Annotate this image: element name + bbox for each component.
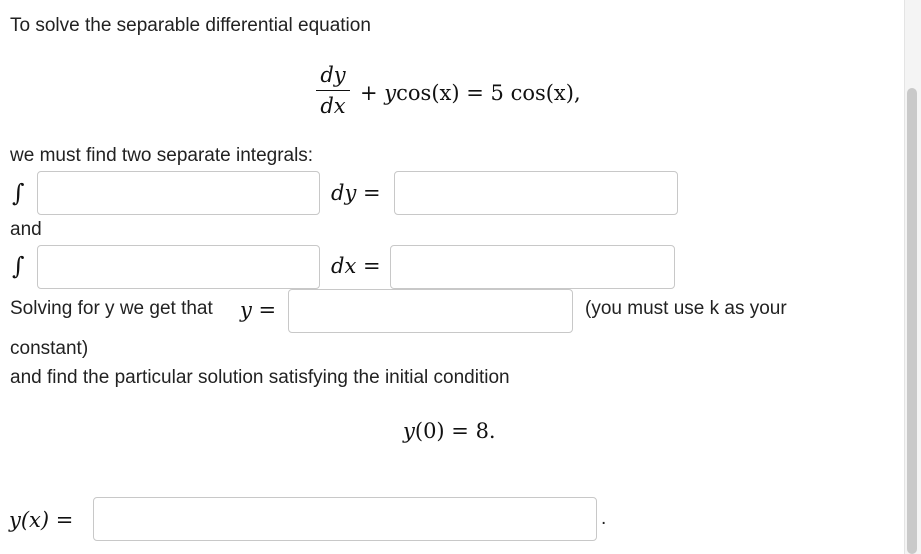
cos-term-rhs: cos(x), (510, 81, 581, 105)
particular-prompt: and find the particular solution satisfy… (10, 367, 510, 388)
fraction-numerator: dy (320, 63, 346, 87)
integrals-prompt: we must find two separate integrals: (10, 145, 314, 166)
dy-integral-result-input[interactable] (394, 171, 678, 215)
trailing-period: . (601, 508, 607, 529)
general-solution-input[interactable] (288, 289, 573, 333)
constant-note-line1: (you must use k as your (585, 298, 787, 319)
constant-note-line2: constant) (10, 338, 89, 359)
dx-integral-result-input[interactable] (390, 245, 675, 289)
y-of-x-label: y(x) = (9, 508, 74, 532)
integral-sign-icon-2: ∫ (12, 252, 25, 280)
initial-condition-value: (0) = 8. (414, 419, 496, 443)
dx-integrand-input[interactable] (37, 245, 320, 289)
cos-term: cos(x) (396, 81, 460, 105)
fraction-denominator: dx (320, 94, 346, 118)
particular-solution-input[interactable] (93, 497, 597, 541)
dx-equals-label: dx = (331, 254, 381, 278)
solving-text: Solving for y we get that (10, 298, 213, 319)
dy-dx-fraction: dy dx (316, 62, 350, 119)
intro-text: To solve the separable differential equa… (10, 15, 371, 36)
dy-integrand-input[interactable] (37, 171, 320, 215)
initial-condition: y(0) = 8. (403, 419, 496, 443)
equals-five: = 5 (459, 81, 504, 105)
fraction-bar (316, 90, 350, 91)
plus-y-term: + y (360, 81, 397, 105)
scrollbar-thumb[interactable] (907, 88, 917, 554)
dy-equals-label: dy = (331, 181, 381, 205)
equation-rest: + ycos(x) = 5 cos(x), (360, 81, 581, 105)
initial-condition-y: y (403, 419, 415, 443)
and-label: and (10, 219, 42, 240)
integral-sign-icon: ∫ (12, 179, 25, 207)
y-equals-label: y = (240, 298, 277, 322)
